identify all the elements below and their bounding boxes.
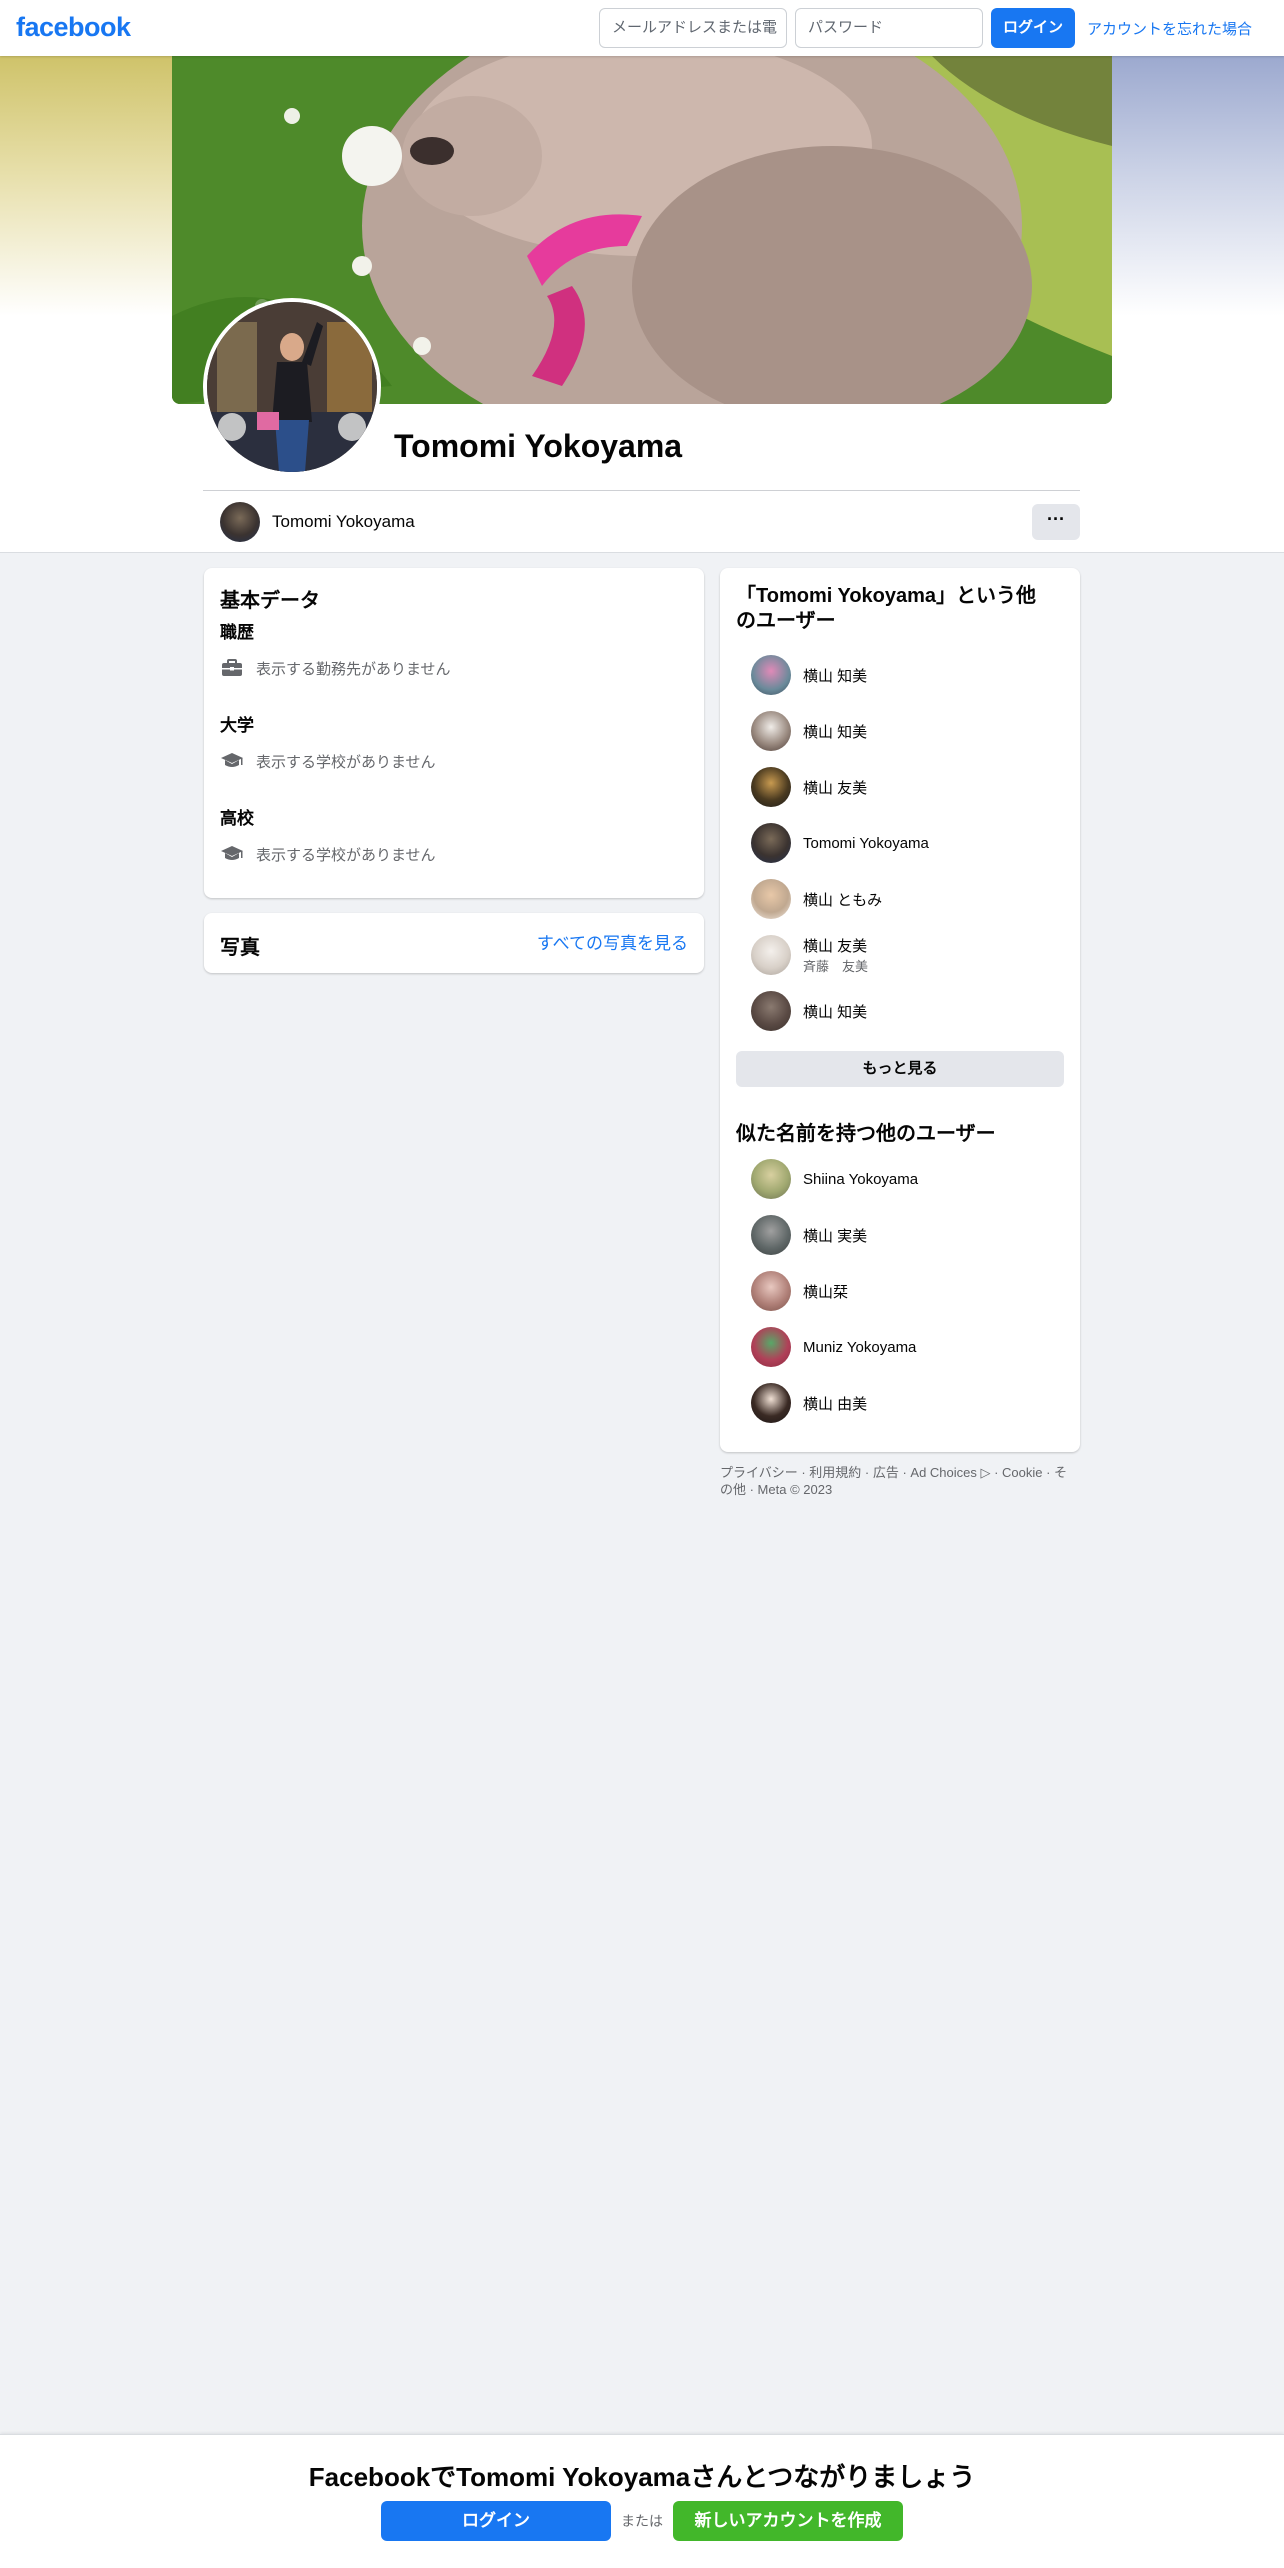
profile-picture[interactable] [203,298,381,476]
see-more-button[interactable]: もっと見る [736,1051,1064,1087]
list-item[interactable]: Shiina Yokoyama [751,1158,918,1200]
highschool-heading: 高校 [220,809,254,828]
avatar [751,1383,791,1423]
other-users-card: 「Tomomi Yokoyama」という他のユーザー 横山 知美 横山 知美 横… [720,568,1080,1452]
banner-or-label: または [621,2513,663,2529]
graduation-cap-icon [221,846,243,860]
university-row: 表示する学校がありません [220,749,436,773]
person-name: 横山 友美 [803,938,868,955]
cover-fade-right [1112,56,1284,316]
briefcase-icon [222,659,242,676]
list-item[interactable]: 横山 ともみ [751,878,882,920]
password-input[interactable]: パスワード [795,8,983,48]
cover-fade-left [0,56,172,316]
avatar [751,767,791,807]
list-item[interactable]: 横山栞 [751,1270,848,1312]
work-heading: 職歴 [220,623,254,642]
about-card: 基本データ 職歴 表示する勤務先がありません 大学 表示する学校がありません 高… [204,568,704,898]
avatar [751,655,791,695]
avatar [751,1327,791,1367]
email-input[interactable]: メールアドレスまたは電 [599,8,787,48]
person-name: Muniz Yokoyama [803,1338,917,1356]
person-name: 横山 友美 [803,779,868,797]
list-item[interactable]: 横山 知美 [751,710,867,752]
facebook-logo[interactable]: facebook [16,12,131,43]
university-text: 表示する学校がありません [256,753,436,771]
person-name: 横山 由美 [803,1395,868,1413]
highschool-text: 表示する学校がありません [256,846,436,864]
same-name-title: 「Tomomi Yokoyama」という他のユーザー [736,585,1037,632]
avatar [751,711,791,751]
avatar [751,879,791,919]
list-item[interactable]: Tomomi Yokoyama [751,822,929,864]
person-name: 横山 知美 [803,723,868,741]
avatar [751,991,791,1031]
list-item[interactable]: 横山 由美 [751,1382,867,1424]
person-name: Shiina Yokoyama [803,1170,919,1188]
footer-line-2[interactable]: の他 · Meta © 2023 [720,1481,1080,1498]
create-account-button[interactable]: 新しいアカウントを作成 [673,2501,903,2541]
login-banner: FacebookでTomomi Yokoyamaさんとつながりましょう ログイン… [0,2434,1284,2568]
list-item[interactable]: 横山 友美 [751,766,867,808]
avatar [751,1271,791,1311]
avatar [751,935,791,975]
photos-title: 写真 [220,937,260,959]
photos-card: 写真 すべての写真を見る [204,913,704,973]
work-text: 表示する勤務先がありません [256,660,451,678]
avatar [751,823,791,863]
person-name: 横山 ともみ [803,891,883,909]
work-row: 表示する勤務先がありません [220,656,451,680]
list-item[interactable]: 横山 知美 [751,654,867,696]
more-options-button[interactable]: ··· [1032,504,1080,540]
login-button[interactable]: ログイン [991,8,1075,48]
top-bar: facebook メールアドレスまたは電 パスワード ログイン アカウントを忘れ… [0,0,1284,56]
list-item[interactable]: 横山 知美 [751,990,867,1032]
banner-text: FacebookでTomomi Yokoyamaさんとつながりましょう [308,2462,976,2492]
banner-login-button[interactable]: ログイン [381,2501,611,2541]
list-item[interactable]: 横山 友美 斉藤 友美 [751,934,868,976]
graduation-cap-icon [221,753,243,767]
avatar [751,1215,791,1255]
similar-names-title: 似た名前を持つ他のユーザー [736,1123,996,1145]
about-title: 基本データ [220,590,320,612]
profile-name: Tomomi Yokoyama [394,428,683,464]
avatar [751,1159,791,1199]
list-item[interactable]: Muniz Yokoyama [751,1326,916,1368]
person-alt-name: 斉藤 友美 [803,959,869,974]
list-item[interactable]: 横山 実美 [751,1214,867,1256]
person-name: 横山 知美 [803,1003,868,1021]
footer-links[interactable]: プライバシー · 利用規約 · 広告 · Ad Choices ▷ · Cook… [720,1464,1080,1498]
tab-profile-name[interactable]: Tomomi Yokoyama [272,512,415,532]
footer-line-1[interactable]: プライバシー · 利用規約 · 広告 · Ad Choices ▷ · Cook… [720,1464,1080,1481]
person-name: 横山 実美 [803,1227,868,1245]
see-all-photos-link[interactable]: すべての写真を見る [537,929,688,954]
person-name: Tomomi Yokoyama [803,834,929,852]
person-name: 横山 知美 [803,667,868,685]
university-heading: 大学 [220,716,254,735]
forgot-account-link[interactable]: アカウントを忘れた場合 [1087,18,1252,39]
highschool-row: 表示する学校がありません [220,842,436,866]
person-name: 横山栞 [803,1283,849,1301]
header-divider [203,490,1080,491]
avatar[interactable] [220,502,260,542]
